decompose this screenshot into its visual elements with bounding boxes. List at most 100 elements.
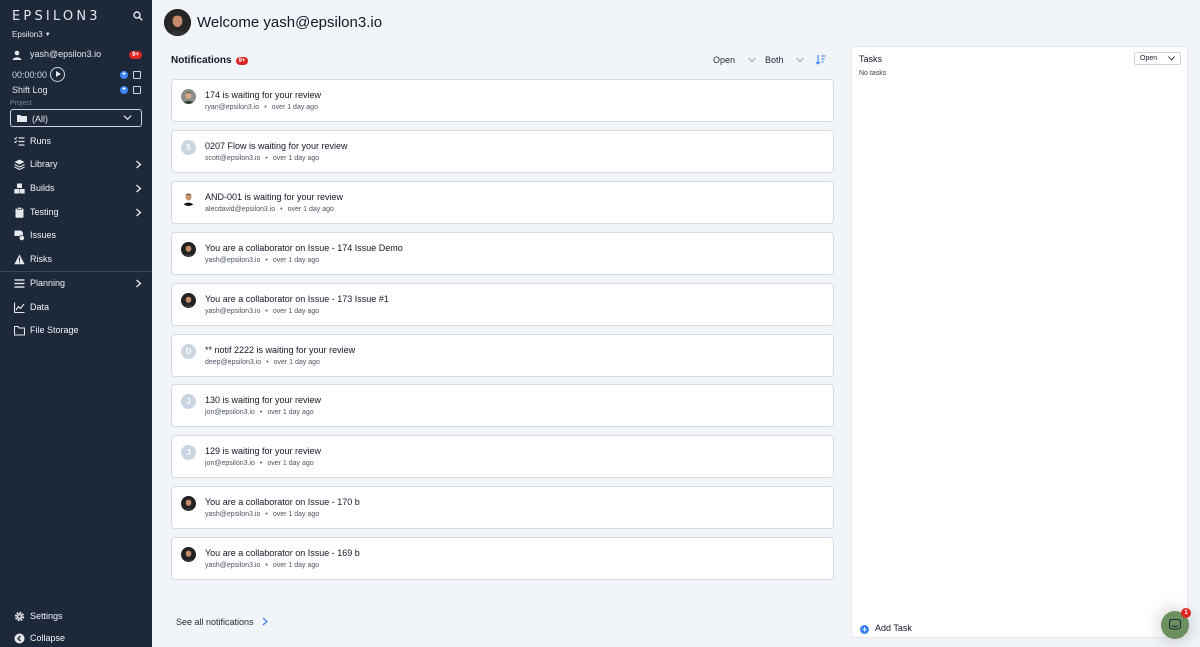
- notification-sender: yash@epsilon3.io: [205, 511, 261, 519]
- sidebar-item-settings[interactable]: Settings: [0, 606, 152, 628]
- org-switcher[interactable]: Epsilon3 ▼: [12, 30, 51, 39]
- sidebar-item-file-storage[interactable]: File Storage: [0, 320, 152, 342]
- notification-sender: scott@epsilon3.io: [205, 154, 261, 162]
- sidebar-divider: [0, 271, 152, 272]
- notification-card[interactable]: J 129 is waiting for your review jon@epsil…: [171, 435, 834, 479]
- sidebar-item-issues[interactable]: Issues: [0, 225, 152, 247]
- notification-sender: yash@epsilon3.io: [205, 307, 261, 315]
- notification-meta: jon@epsilon3.io • over 1 day ago: [205, 409, 314, 416]
- user-photo-icon: [181, 292, 196, 308]
- chevron-right-icon: [136, 208, 142, 217]
- separator-dot: •: [266, 358, 269, 366]
- chevron-right-icon: [136, 160, 142, 169]
- sidebar-item-label: File Storage: [30, 325, 79, 335]
- notification-card[interactable]: J 130 is waiting for your review jon@epsil…: [171, 384, 834, 428]
- sidebar-item-builds[interactable]: Builds: [0, 178, 152, 200]
- chevron-down-icon: [1168, 56, 1175, 61]
- notification-time: over 1 day ago: [272, 511, 320, 519]
- project-value: (All): [32, 114, 48, 124]
- chevron-down-icon: [796, 57, 804, 63]
- chat-icon: [1169, 619, 1181, 630]
- notification-title[interactable]: You are a collaborator on Issue - 174 Is…: [205, 243, 403, 253]
- separator-dot: •: [265, 256, 268, 264]
- sidebar-item-risks[interactable]: Risks: [0, 249, 152, 271]
- chat-launcher-button[interactable]: 1: [1161, 608, 1191, 639]
- notification-sender: jon@epsilon3.io: [205, 409, 255, 417]
- sidebar-item-runs[interactable]: Runs: [0, 131, 152, 153]
- scope-filter-value: Both: [765, 55, 784, 65]
- avatar: D: [181, 343, 196, 359]
- sidebar-item-planning[interactable]: Planning: [0, 273, 152, 295]
- notifications-title: Notifications: [171, 55, 232, 66]
- avatar[interactable]: [164, 9, 191, 36]
- notification-meta: ryan@epsilon3.io • over 1 day ago: [205, 104, 318, 111]
- avatar: [181, 547, 196, 563]
- testing-clipboard-icon: [15, 207, 24, 218]
- status-filter-select[interactable]: Open: [713, 55, 756, 65]
- sidebar-item-testing[interactable]: Testing: [0, 202, 152, 224]
- plus-icon: +: [860, 625, 869, 634]
- chevron-down-icon: [123, 115, 132, 121]
- add-shift-log-icon[interactable]: +: [120, 86, 128, 94]
- book-icon[interactable]: [133, 86, 141, 94]
- avatar: S: [181, 139, 196, 155]
- notification-time: over 1 day ago: [272, 307, 320, 315]
- notification-card[interactable]: S 0207 Flow is waiting for your review sco…: [171, 129, 834, 173]
- notification-time: over 1 day ago: [272, 256, 320, 264]
- notification-time: over 1 day ago: [267, 460, 314, 468]
- sort-icon[interactable]: [815, 54, 826, 65]
- notification-title[interactable]: 0207 Flow is waiting for your review: [205, 141, 348, 151]
- data-chart-icon: [14, 302, 25, 313]
- notification-time: over 1 day ago: [287, 205, 334, 213]
- notification-sender: alecdavid@epsilon3.io: [205, 205, 276, 213]
- notification-card[interactable]: You are a collaborator on Issue - 169 b y…: [171, 537, 834, 581]
- builds-cubes-icon: [14, 183, 25, 194]
- notification-title[interactable]: You are a collaborator on Issue - 169 b: [205, 548, 360, 558]
- issues-icon: [14, 230, 25, 241]
- tasks-filter-value: Open: [1140, 55, 1158, 62]
- sidebar-item-data[interactable]: Data: [0, 297, 152, 319]
- notification-card[interactable]: You are a collaborator on Issue - 174 Is…: [171, 231, 834, 275]
- sidebar-item-label: Risks: [30, 254, 52, 264]
- sidebar-collapse-button[interactable]: Collapse: [0, 628, 152, 647]
- notification-card[interactable]: AND-001 is waiting for your review alecda…: [171, 180, 834, 224]
- calendar-icon[interactable]: [133, 71, 141, 79]
- sidebar-item-label: Issues: [30, 230, 57, 240]
- notification-title[interactable]: ** notif 2222 is waiting for your review: [205, 345, 355, 355]
- notification-title[interactable]: AND-001 is waiting for your review: [205, 192, 343, 202]
- see-all-notifications-link[interactable]: See all notifications: [176, 617, 268, 627]
- app-logo[interactable]: EPSILON3: [12, 9, 101, 24]
- project-select[interactable]: (All): [10, 109, 142, 127]
- notification-title[interactable]: 129 is waiting for your review: [205, 446, 321, 456]
- notification-card[interactable]: D ** notif 2222 is waiting for your revie…: [171, 333, 834, 377]
- notification-card[interactable]: You are a collaborator on Issue - 170 b y…: [171, 486, 834, 530]
- notification-card[interactable]: You are a collaborator on Issue - 173 Is…: [171, 282, 834, 326]
- sidebar-item-library[interactable]: Library: [0, 154, 152, 176]
- notification-title[interactable]: You are a collaborator on Issue - 173 Is…: [205, 294, 389, 304]
- add-timer-icon[interactable]: +: [120, 71, 128, 79]
- project-label: Project: [10, 100, 32, 107]
- notification-title[interactable]: You are a collaborator on Issue - 170 b: [205, 497, 360, 507]
- notification-time: over 1 day ago: [272, 562, 320, 570]
- notification-title[interactable]: 130 is waiting for your review: [205, 395, 321, 405]
- notification-meta: scott@epsilon3.io • over 1 day ago: [205, 155, 319, 162]
- sidebar-item-label: Collapse: [30, 633, 66, 643]
- caret-down-icon: ▼: [44, 32, 51, 38]
- runs-list-icon: [14, 136, 25, 146]
- scope-filter-select[interactable]: Both: [765, 55, 804, 65]
- risks-warning-icon: [14, 254, 25, 265]
- tasks-filter-select[interactable]: Open: [1134, 52, 1181, 65]
- page-title: Welcome yash@epsilon3.io: [197, 14, 383, 31]
- notification-title[interactable]: 174 is waiting for your review: [205, 90, 321, 100]
- add-task-button[interactable]: + Add Task: [860, 623, 912, 634]
- tasks-title: Tasks: [859, 54, 883, 64]
- avatar: J: [181, 445, 196, 461]
- notification-meta: yash@epsilon3.io • over 1 day ago: [205, 257, 319, 264]
- play-icon[interactable]: [50, 67, 65, 82]
- folder-icon: [14, 325, 25, 336]
- see-all-label: See all notifications: [176, 617, 254, 627]
- notification-card[interactable]: 174 is waiting for your review ryan@epsil…: [171, 79, 834, 122]
- user-menu[interactable]: yash@epsilon3.io 9+: [12, 49, 142, 61]
- search-icon[interactable]: [133, 11, 143, 21]
- shift-log-label[interactable]: Shift Log: [12, 85, 48, 95]
